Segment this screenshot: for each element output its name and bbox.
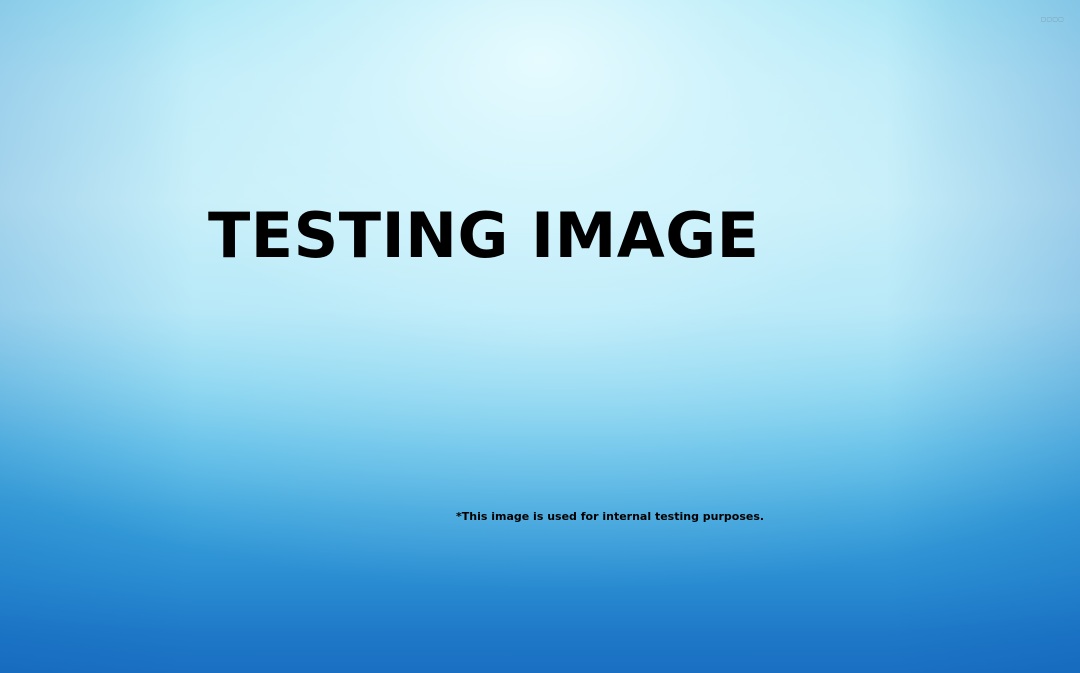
- background-side-shade: [0, 0, 1080, 673]
- footnote-text: *This image is used for internal testing…: [456, 510, 765, 523]
- background-bottom-shade: [0, 473, 1080, 673]
- page-title: TESTING IMAGE: [208, 199, 760, 272]
- corner-watermark: ▢▢▢▢: [1040, 17, 1064, 23]
- testing-image-canvas: ▢▢▢▢ TESTING IMAGE *This image is used f…: [0, 0, 1080, 673]
